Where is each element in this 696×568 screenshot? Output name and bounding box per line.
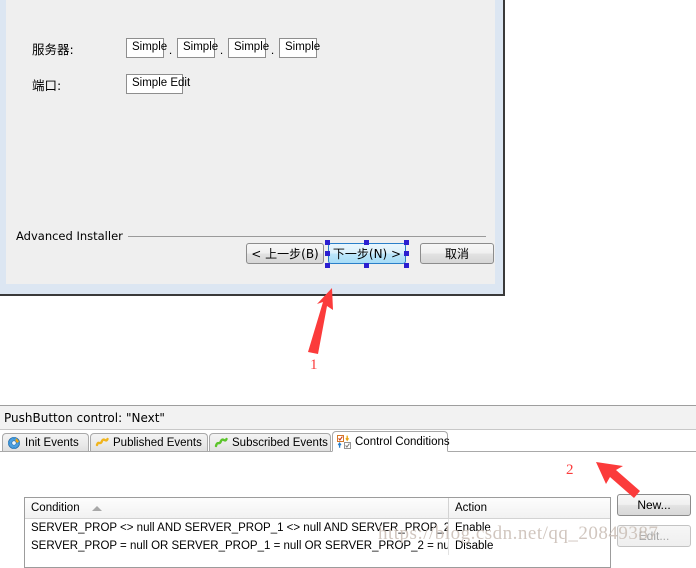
tab-subscribed-events-label: Subscribed Events: [232, 437, 328, 449]
tab-control-conditions[interactable]: Control Conditions: [332, 431, 450, 452]
annotation-arrow-2: [596, 462, 640, 498]
field-row-server: 服务器: Simple . Simple . Simple . Simple: [32, 38, 320, 58]
cell-action: Enable: [455, 522, 491, 534]
column-header-action-label: Action: [455, 502, 487, 514]
gear-blue-icon: [7, 436, 21, 450]
annotation-arrow-1: [308, 288, 333, 354]
back-button[interactable]: < 上一步(B): [246, 243, 324, 264]
tab-published-events-label: Published Events: [113, 437, 202, 449]
cell-condition: SERVER_PROP = null OR SERVER_PROP_1 = nu…: [25, 537, 449, 555]
port-edit[interactable]: Simple Edit: [126, 74, 190, 94]
dialog-preview-pane[interactable]: 服务器: Simple . Simple . Simple . Simple 端…: [0, 0, 505, 296]
server-edit-2[interactable]: Simple: [177, 38, 218, 58]
selection-handle-s[interactable]: [364, 263, 369, 268]
annotation-number-1: 1: [310, 357, 318, 373]
selection-handle-se[interactable]: [404, 263, 409, 268]
server-separator-2: .: [219, 43, 224, 57]
cell-condition: SERVER_PROP <> null AND SERVER_PROP_1 <>…: [25, 519, 449, 537]
advanced-installer-brand: Advanced Installer: [16, 229, 123, 243]
port-field-label: 端口:: [32, 77, 62, 93]
tab-published-events[interactable]: Published Events: [90, 433, 208, 452]
lightning-yellow-icon: [95, 436, 109, 450]
selection-handle-ne[interactable]: [404, 240, 409, 245]
selection-handle-e[interactable]: [404, 251, 409, 256]
edit-condition-button: Edit...: [617, 525, 691, 547]
table-row[interactable]: SERVER_PROP <> null AND SERVER_PROP_1 <>…: [25, 519, 610, 537]
server-field-label: 服务器:: [32, 41, 74, 57]
server-edit-3[interactable]: Simple: [228, 38, 269, 58]
lightning-green-icon: [214, 436, 228, 450]
field-row-port: 端口: Simple Edit: [32, 74, 190, 94]
tabstrip: Init Events Published Events Subscribed …: [0, 431, 696, 452]
column-header-condition[interactable]: Condition: [25, 498, 449, 518]
table-row[interactable]: SERVER_PROP = null OR SERVER_PROP_1 = nu…: [25, 537, 610, 555]
conditions-table[interactable]: Condition Action SERVER_PROP <> null AND…: [24, 497, 611, 568]
tab-init-events[interactable]: Init Events: [2, 433, 89, 452]
annotation-number-2: 2: [566, 462, 574, 478]
panel-header-bar: PushButton control: "Next": [0, 406, 696, 430]
selection-handle-nw[interactable]: [325, 240, 330, 245]
checkbox-grid-icon: [337, 434, 351, 449]
server-separator-3: .: [270, 43, 275, 57]
dialog-canvas[interactable]: 服务器: Simple . Simple . Simple . Simple 端…: [6, 0, 495, 284]
tab-subscribed-events[interactable]: Subscribed Events: [209, 433, 331, 452]
column-header-action[interactable]: Action: [449, 498, 610, 518]
cancel-button[interactable]: 取消: [420, 243, 494, 264]
column-header-condition-label: Condition: [31, 502, 80, 514]
table-header-row: Condition Action: [25, 498, 610, 519]
server-edit-4[interactable]: Simple: [279, 38, 320, 58]
cell-action: Disable: [455, 540, 494, 552]
selection-handle-sw[interactable]: [325, 263, 330, 268]
dialog-footer-rule: Advanced Installer: [16, 229, 486, 243]
sort-ascending-icon: [91, 505, 102, 511]
panel-header-title: PushButton control: "Next": [4, 410, 165, 425]
selection-handle-n[interactable]: [364, 240, 369, 245]
selection-handle-w[interactable]: [325, 251, 330, 256]
tab-init-events-label: Init Events: [25, 437, 79, 449]
server-edit-1[interactable]: Simple: [126, 38, 167, 58]
server-separator-1: .: [168, 43, 173, 57]
control-properties-panel: PushButton control: "Next" Init Events P…: [0, 405, 696, 568]
tab-control-conditions-label: Control Conditions: [355, 435, 450, 448]
next-button[interactable]: 下一步(N) >: [328, 243, 406, 264]
footer-divider-line: [127, 235, 486, 237]
